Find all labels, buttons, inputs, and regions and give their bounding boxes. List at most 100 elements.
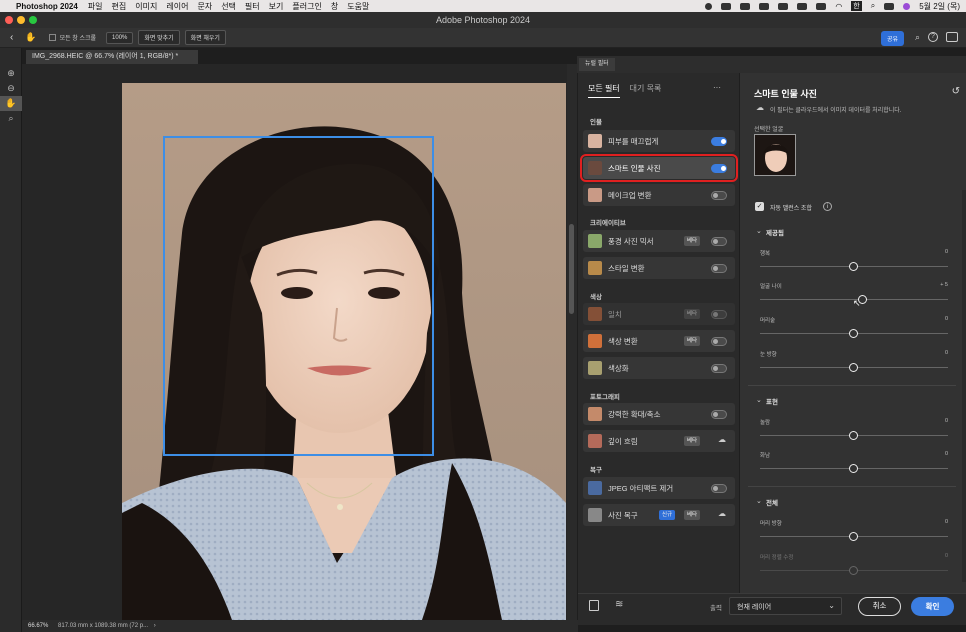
hair-slider-knob[interactable]: [849, 329, 858, 338]
scrollbar-thumb[interactable]: [569, 224, 574, 314]
music-icon[interactable]: [759, 2, 770, 10]
minimize-window-button[interactable]: [17, 16, 25, 24]
zoom-in-icon[interactable]: ⊕: [0, 66, 22, 81]
fill-screen-button[interactable]: 화면 채우기: [184, 30, 226, 45]
menu-filter[interactable]: 필터: [245, 1, 260, 12]
menubar-clock[interactable]: 5월 2일 (목): [919, 1, 960, 12]
info-icon[interactable]: i: [823, 202, 832, 211]
menu-window[interactable]: 창: [331, 1, 338, 12]
display-icon[interactable]: [778, 2, 789, 10]
anger-slider-knob[interactable]: [849, 464, 858, 473]
chevron-down-icon[interactable]: ⌄: [756, 396, 762, 404]
search-icon[interactable]: ⌕: [915, 32, 920, 43]
menu-image[interactable]: 이미지: [135, 1, 157, 12]
filter-landscape-mixer[interactable]: 풍경 사진 믹서 베타: [583, 230, 735, 252]
filter-skin-smoothing[interactable]: 피부를 매끄럽게: [583, 130, 735, 152]
cancel-button[interactable]: 취소: [858, 597, 901, 616]
auto-balance-checkbox[interactable]: ✓: [755, 202, 764, 211]
canvas-vertical-scrollbar[interactable]: [567, 64, 577, 620]
siri-icon[interactable]: [903, 2, 911, 10]
eye-direction-slider-knob[interactable]: [849, 363, 858, 372]
menu-edit[interactable]: 편집: [112, 1, 127, 12]
surprise-slider-knob[interactable]: [849, 431, 858, 440]
menu-view[interactable]: 보기: [269, 1, 284, 12]
filter-super-zoom[interactable]: 강력한 확대/축소: [583, 403, 735, 425]
landscape-toggle[interactable]: [711, 237, 727, 246]
status-chevron-icon[interactable]: ›: [154, 623, 156, 629]
help-icon[interactable]: ?: [928, 32, 938, 42]
before-after-icon[interactable]: [589, 600, 599, 611]
menu-plugins[interactable]: 플러그인: [292, 1, 321, 12]
selected-face-thumbnail[interactable]: [754, 134, 796, 176]
filter-depth-blur[interactable]: 깊이 흐림 베타 ☁: [583, 430, 735, 452]
zoom-out-icon[interactable]: ⊖: [0, 81, 22, 96]
filter-colorize[interactable]: 색상화: [583, 357, 735, 379]
zoom-window-button[interactable]: [29, 16, 37, 24]
filter-photo-restoration[interactable]: 사진 복구 신규 베타 ☁: [583, 504, 735, 526]
filter-smart-portrait[interactable]: 스마트 인물 사진: [580, 154, 738, 182]
portrait-toggle[interactable]: [711, 164, 727, 173]
wifi-icon[interactable]: ◠: [835, 2, 842, 11]
hand-tool-icon[interactable]: ✋: [0, 96, 22, 111]
tab-all-filters[interactable]: 모든 필터: [588, 83, 620, 98]
filter-color-transfer[interactable]: 색상 변환 베타: [583, 330, 735, 352]
battery-icon[interactable]: [816, 2, 827, 10]
tab-waitlist[interactable]: 대기 목록: [630, 83, 662, 98]
hand-tool-preset-icon[interactable]: ✋: [25, 32, 36, 43]
spotlight-icon[interactable]: ⌕: [871, 1, 875, 11]
input-method[interactable]: 한: [851, 1, 862, 11]
home-back-icon[interactable]: ‹: [10, 32, 13, 43]
settings-scrollbar[interactable]: [962, 190, 966, 582]
share-button[interactable]: 공유: [880, 31, 904, 46]
document-tab[interactable]: IMG_2968.HEIC @ 66.7% (레이어 1, RGB/8*) *: [26, 50, 198, 64]
app-menu[interactable]: Photoshop 2024: [16, 2, 78, 11]
close-window-button[interactable]: [5, 16, 13, 24]
zoom-100-button[interactable]: 100%: [106, 31, 134, 44]
face-detection-box[interactable]: [163, 136, 434, 456]
zoom-tool-icon[interactable]: ⌕: [0, 111, 22, 126]
record-icon[interactable]: [705, 2, 713, 10]
head-direction-label: 머리 방향: [760, 521, 782, 527]
reset-icon[interactable]: ↺: [952, 86, 960, 97]
filter-style-transfer[interactable]: 스타일 변환: [583, 257, 735, 279]
output-select[interactable]: 현재 레이어 ⌄: [729, 597, 842, 615]
jpeg-toggle[interactable]: [711, 484, 727, 493]
volume-icon[interactable]: [797, 2, 808, 10]
filter-harmonization[interactable]: 일치 베타: [583, 303, 735, 325]
control-center-icon[interactable]: [884, 2, 895, 10]
more-options-icon[interactable]: ···: [713, 83, 721, 92]
layers-icon[interactable]: ≋: [615, 599, 623, 610]
superzoom-toggle[interactable]: [711, 410, 727, 419]
harmonize-toggle[interactable]: [711, 310, 727, 319]
menu-help[interactable]: 도움말: [347, 1, 369, 12]
neural-filters-tab[interactable]: 뉴럴 필터: [579, 58, 615, 71]
colortransfer-toggle[interactable]: [711, 337, 727, 346]
menu-layer[interactable]: 레이어: [166, 1, 188, 12]
expression-section-title[interactable]: 표현: [766, 396, 778, 406]
filter-jpeg-artifacts[interactable]: JPEG 아티팩트 제거: [583, 477, 735, 499]
creative-cloud-icon[interactable]: [721, 2, 732, 10]
menu-type[interactable]: 문자: [197, 1, 212, 12]
workspace-icon[interactable]: [946, 32, 958, 42]
colorize-toggle[interactable]: [711, 364, 727, 373]
featured-section-title[interactable]: 제공됨: [766, 227, 784, 237]
scroll-all-checkbox[interactable]: [48, 34, 56, 41]
chevron-down-icon[interactable]: ⌄: [756, 227, 762, 235]
global-section-title[interactable]: 전체: [766, 497, 778, 507]
menu-select[interactable]: 선택: [221, 1, 236, 12]
filter-label: JPEG 아티팩트 제거: [608, 484, 674, 493]
head-direction-slider-knob[interactable]: [849, 532, 858, 541]
makeup-toggle[interactable]: [711, 191, 727, 200]
skin-toggle[interactable]: [711, 137, 727, 146]
head-align-slider-knob[interactable]: [849, 566, 858, 575]
section-photography: 포토그래피: [590, 394, 620, 401]
fit-screen-button[interactable]: 화면 맞추기: [138, 30, 180, 45]
style-toggle[interactable]: [711, 264, 727, 273]
stats-icon[interactable]: [740, 2, 751, 10]
menu-file[interactable]: 파일: [88, 1, 103, 12]
filter-makeup-transfer[interactable]: 메이크업 변환: [583, 184, 735, 206]
happiness-slider-knob[interactable]: [849, 262, 858, 271]
ok-button[interactable]: 확인: [911, 597, 954, 616]
zoom-status[interactable]: 66.67%: [28, 623, 48, 629]
chevron-down-icon[interactable]: ⌄: [756, 497, 762, 505]
